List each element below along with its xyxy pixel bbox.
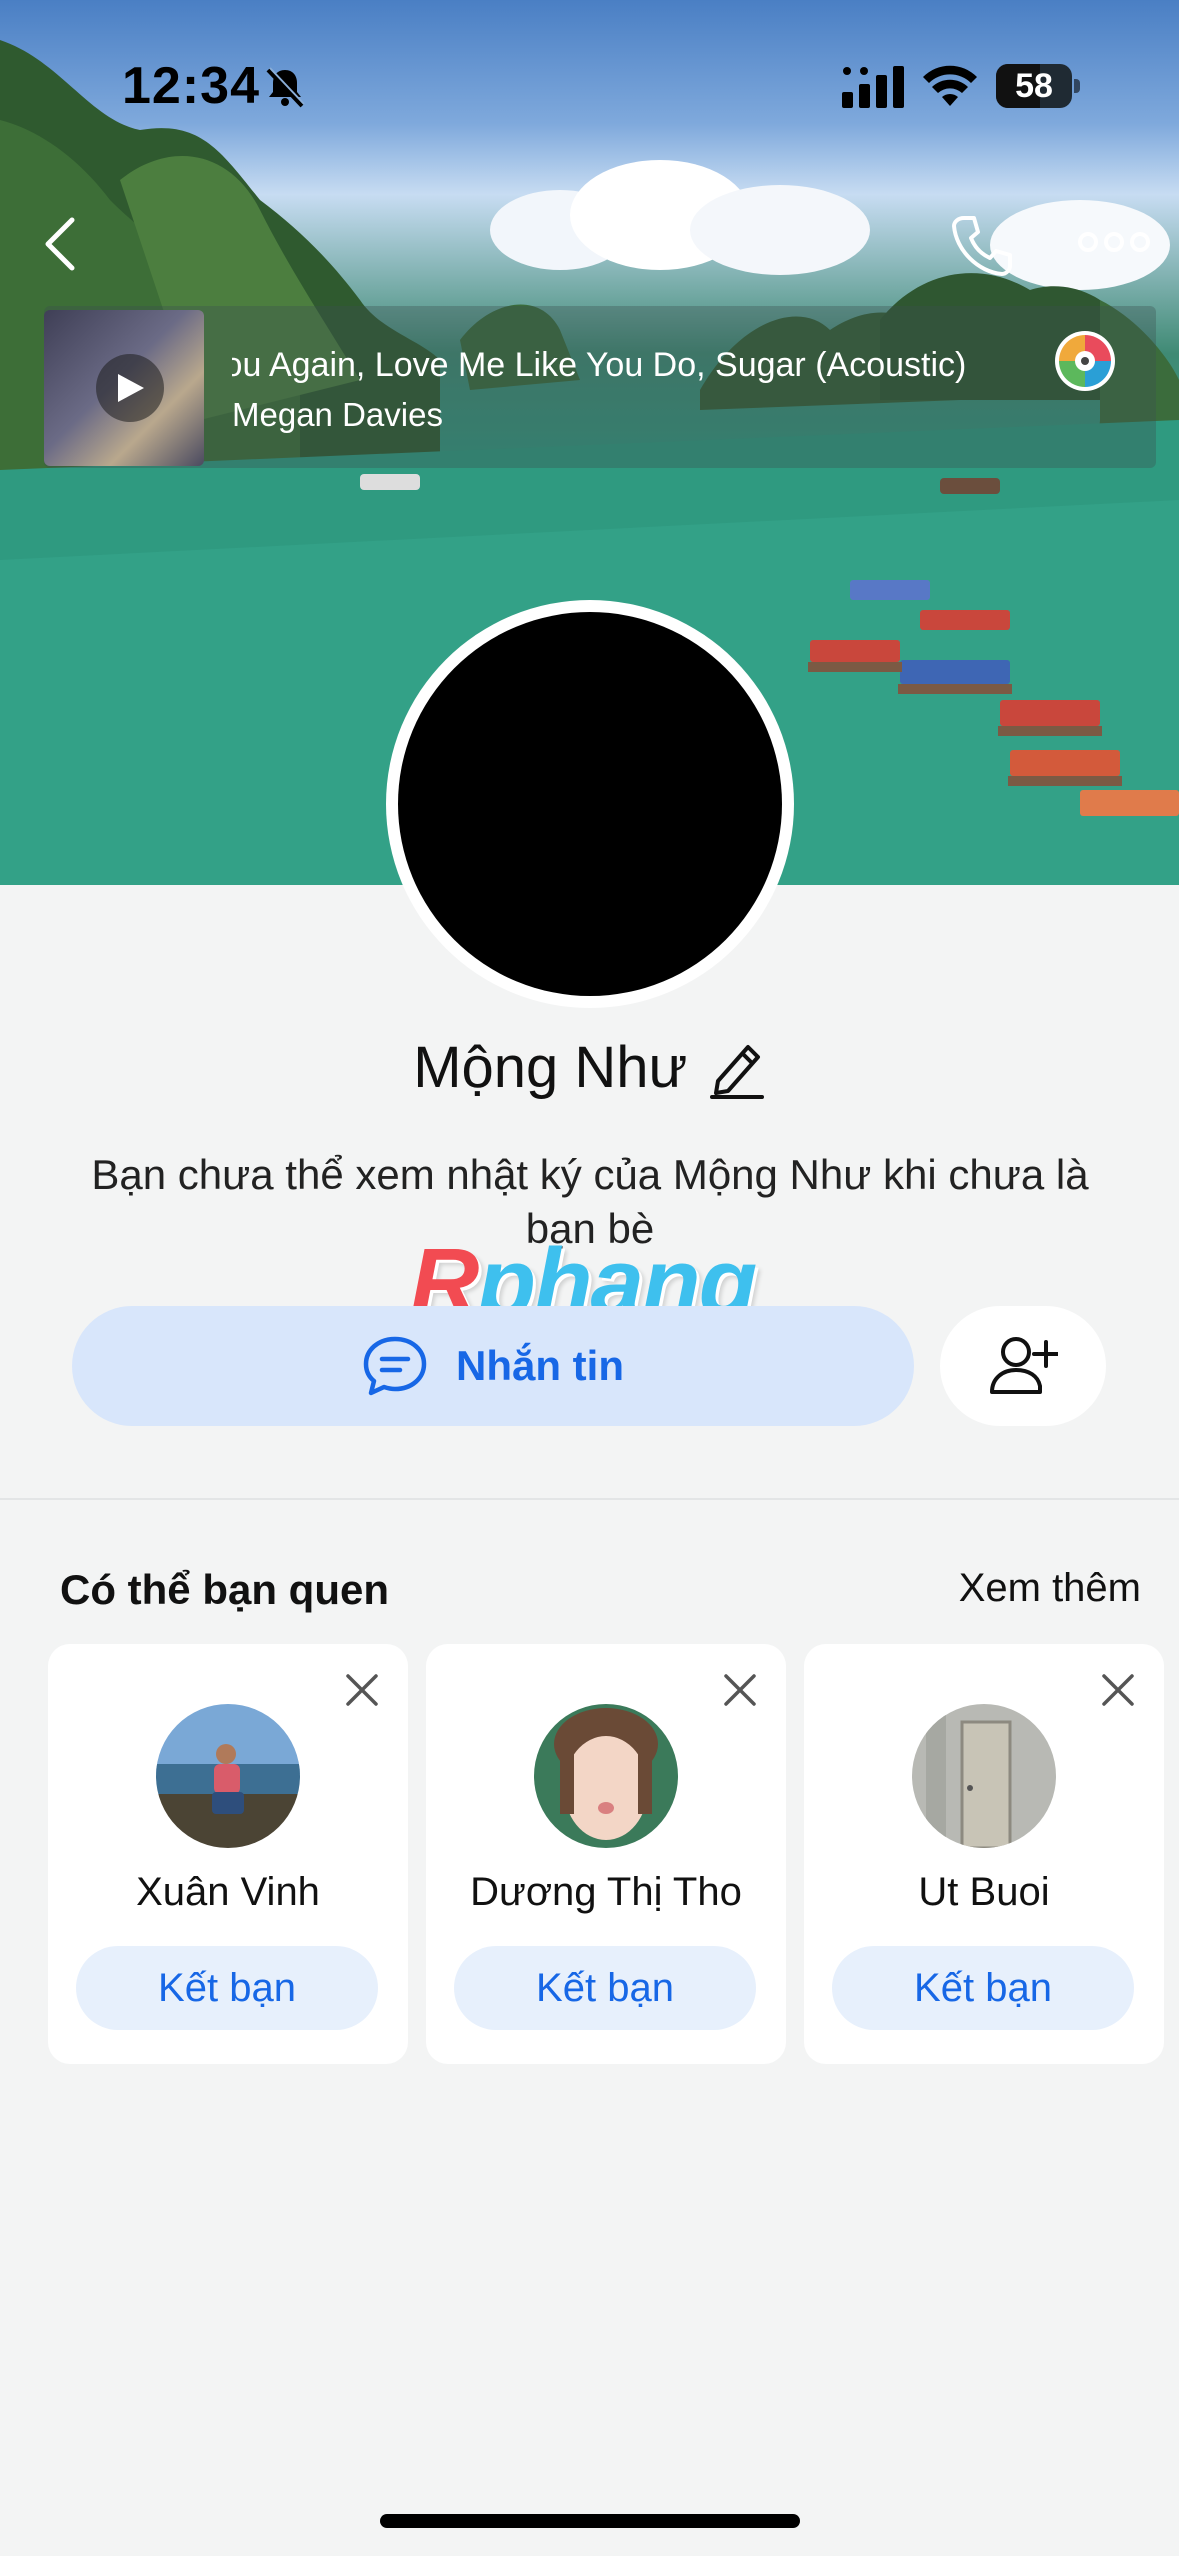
back-arrow-icon[interactable] (38, 214, 82, 274)
battery-indicator: 58 (996, 64, 1080, 108)
section-divider (0, 1498, 1179, 1500)
close-icon[interactable] (722, 1672, 758, 1708)
song-artist: Megan Davies (232, 396, 443, 433)
add-friend-button[interactable] (940, 1306, 1106, 1426)
profile-name-row: Mộng Như (0, 1034, 1179, 1101)
add-friend-suggestion-button[interactable]: Kết bạn (76, 1946, 378, 2030)
more-options-icon[interactable] (1078, 220, 1150, 264)
message-button-label: Nhắn tin (456, 1342, 624, 1389)
song-title: You Again, Love Me Like You Do, Sugar (A… (232, 346, 967, 384)
suggestion-name: Ut Buoi (918, 1870, 1050, 1914)
suggestion-avatar[interactable] (534, 1704, 678, 1848)
play-icon (118, 374, 144, 402)
wifi-icon (923, 65, 977, 106)
suggestion-card[interactable]: Ut Buoi Kết bạn (804, 1644, 1164, 2064)
cellular-signal-icon (842, 66, 904, 108)
profile-avatar[interactable] (386, 600, 794, 1008)
suggestion-name: Xuân Vinh (136, 1870, 320, 1914)
status-bar: 12:34 58 (0, 0, 1179, 150)
suggestions-title: Có thể bạn quen (60, 1566, 389, 1613)
home-indicator[interactable] (380, 2514, 800, 2528)
add-friend-icon (990, 1337, 1058, 1394)
profile-name: Mộng Như (413, 1035, 688, 1100)
suggestion-card[interactable]: Dương Thị Tho Kết bạn (426, 1644, 786, 2064)
battery-level: 58 (1015, 67, 1053, 105)
avatar-image (398, 612, 782, 996)
profile-music-bar[interactable]: You Again, Love Me Like You Do, Sugar (A… (44, 306, 1156, 468)
add-friend-suggestion-button[interactable]: Kết bạn (832, 1946, 1134, 2030)
add-friend-suggestion-button[interactable]: Kết bạn (454, 1946, 756, 2030)
status-time: 12:34 (122, 57, 260, 115)
suggestion-avatar[interactable] (912, 1704, 1056, 1848)
music-disc-icon[interactable] (1054, 330, 1116, 392)
close-icon[interactable] (1100, 1672, 1136, 1708)
play-button[interactable] (96, 354, 164, 422)
phone-call-icon[interactable] (948, 212, 1016, 280)
edit-pencil-icon[interactable] (708, 1037, 766, 1099)
chat-bubble-icon (363, 1336, 427, 1396)
bell-muted-icon (266, 67, 305, 108)
see-more-link[interactable]: Xem thêm (959, 1566, 1141, 1611)
suggestion-card[interactable]: Xuân Vinh Kết bạn (48, 1644, 408, 2064)
suggestion-avatar[interactable] (156, 1704, 300, 1848)
suggestion-name: Dương Thị Tho (470, 1870, 742, 1914)
message-button[interactable]: Nhắn tin (72, 1306, 914, 1426)
album-art (44, 310, 204, 466)
close-icon[interactable] (344, 1672, 380, 1708)
